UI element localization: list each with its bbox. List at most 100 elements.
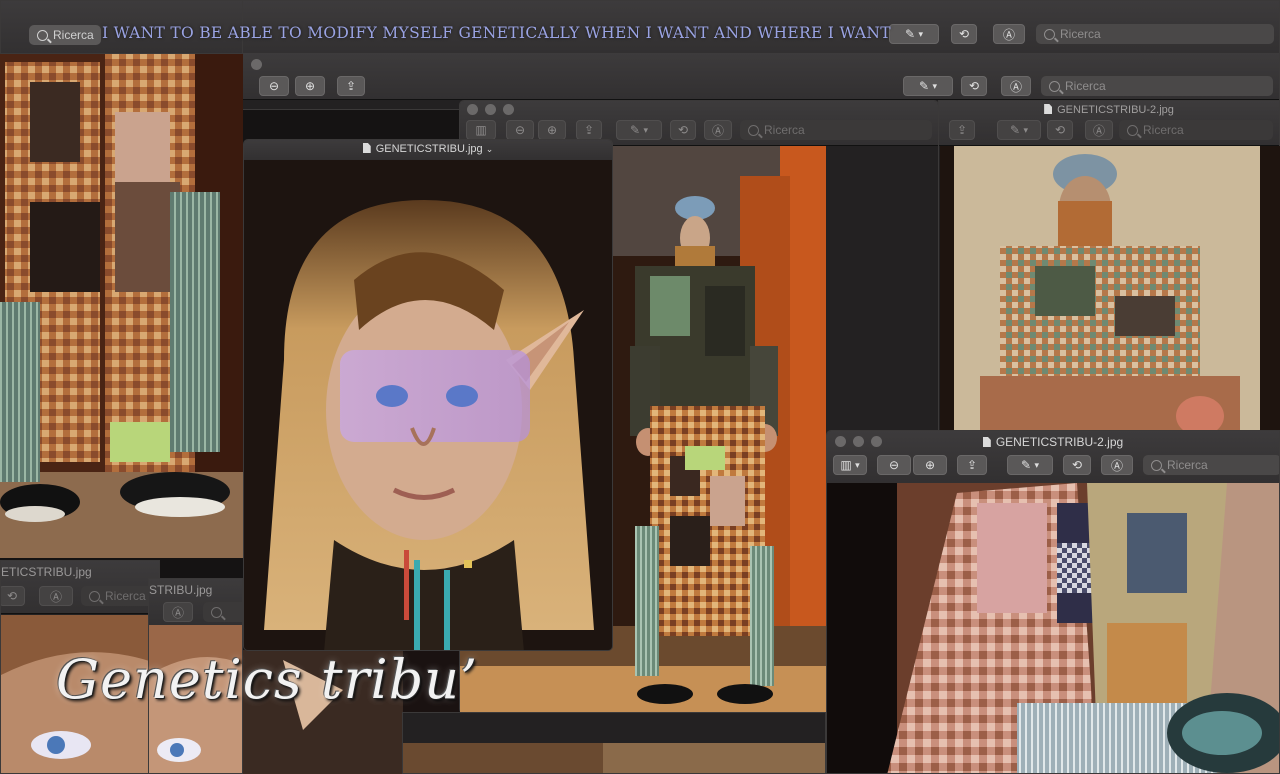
rotate-button[interactable]: ⟲ <box>1047 120 1073 140</box>
close-icon[interactable] <box>467 104 478 115</box>
zoom-in-button[interactable]: ⊕ <box>538 120 566 140</box>
search-icon <box>89 590 100 602</box>
share-button[interactable]: ⇪ <box>949 120 975 140</box>
search-input[interactable]: Ricerca <box>1143 455 1279 475</box>
photo-crouching <box>940 146 1280 436</box>
annotate-button[interactable]: Ⓐ <box>39 586 73 606</box>
rotate-button[interactable]: ⟲ <box>1063 455 1091 475</box>
annotate-circle-a-icon: Ⓐ <box>1092 123 1105 138</box>
window-title: GENETICSTRIBU-2.jpg <box>827 435 1279 449</box>
traffic-lights <box>251 59 262 70</box>
sidebar-button[interactable]: ▥ <box>466 120 496 140</box>
search-placeholder: Ricerca <box>1143 123 1184 137</box>
chevron-down-icon: ▾ <box>1034 459 1039 470</box>
rotate-button-2[interactable]: ⟲ <box>961 76 987 96</box>
fullscreen-icon[interactable] <box>503 104 514 115</box>
annotate-button[interactable]: Ⓐ <box>1085 120 1113 140</box>
search-input[interactable] <box>203 602 242 622</box>
rotate-icon: ⟲ <box>6 589 18 603</box>
minimize-icon[interactable] <box>485 104 496 115</box>
document-icon <box>1044 104 1053 114</box>
chevron-down-icon: ▾ <box>918 28 923 39</box>
markup-pen-icon: ✎ <box>1021 458 1032 472</box>
photo-bottom-mid <box>403 743 825 773</box>
share-button[interactable]: ⇪ <box>957 455 987 475</box>
banner-statement: I WANT TO BE ABLE TO MODIFY MYSELF GENET… <box>102 24 891 42</box>
annotate-circle-a-icon: Ⓐ <box>1110 458 1123 473</box>
search-placeholder: Ricerca <box>764 123 805 137</box>
zoom-out-icon: ⊖ <box>514 123 526 137</box>
search-input-2[interactable]: Ricerca <box>1041 76 1273 96</box>
share-icon: ⇪ <box>345 79 357 93</box>
window-title: GENETICSTRIBU-2.jpg <box>939 104 1279 116</box>
markup-button-2[interactable]: ✎ ▾ <box>903 76 953 96</box>
zoom-in-icon: ⊕ <box>304 79 316 93</box>
zoom-out-icon: ⊖ <box>888 458 900 472</box>
annotate-circle-a-icon: Ⓐ <box>711 123 724 138</box>
annotate-circle-a-icon: Ⓐ <box>1002 27 1015 42</box>
share-button[interactable]: ⇪ <box>337 76 365 96</box>
markup-pen-icon: ✎ <box>919 79 930 93</box>
annotate-button[interactable]: Ⓐ <box>1101 455 1133 475</box>
annotate-circle-a-icon: Ⓐ <box>49 589 62 604</box>
chevron-down-icon: ⌄ <box>485 144 494 154</box>
share-icon: ⇪ <box>583 123 595 137</box>
share-icon: ⇪ <box>966 458 978 472</box>
rotate-icon: ⟲ <box>1071 458 1083 472</box>
zoom-out-button[interactable]: ⊖ <box>506 120 534 140</box>
photo-patchwork-legs <box>0 52 243 558</box>
chevron-down-icon: ▾ <box>932 80 937 91</box>
document-icon <box>362 143 371 153</box>
search-input[interactable]: Ricerca <box>1119 120 1273 140</box>
markup-button[interactable]: ✎ ▾ <box>889 24 939 44</box>
zoom-out-button[interactable]: ⊖ <box>877 455 911 475</box>
sidebar-icon: ▥ <box>840 458 852 472</box>
watermark-title: Genetics tribu’ <box>56 648 479 711</box>
search-icon <box>1127 124 1138 136</box>
search-placeholder: Ricerca <box>53 28 94 42</box>
back-window-second-toolbar: ⊖ ⊕ ⇪ ✎ ▾ ⟲ Ⓐ Ricerca <box>241 53 1279 100</box>
rotate-button[interactable]: ⟲ <box>670 120 696 140</box>
annotate-button-2[interactable]: Ⓐ <box>1001 76 1031 96</box>
markup-button[interactable]: ✎ ▾ <box>1007 455 1053 475</box>
search-placeholder: Ricerca <box>1167 458 1208 472</box>
search-icon <box>1044 28 1055 40</box>
right-front-toolbar: GENETICSTRIBU-2.jpg ▥ ▾ ⊖ ⊕ ⇪ ✎ ▾ ⟲ Ⓐ Ri… <box>827 431 1279 484</box>
window-title: ETICSTRIBU.jpg <box>1 565 92 579</box>
zoom-in-button[interactable]: ⊕ <box>913 455 947 475</box>
share-button[interactable]: ⇪ <box>576 120 602 140</box>
annotate-circle-a-icon: Ⓐ <box>1009 79 1022 94</box>
window-title[interactable]: GENETICSTRIBU.jpg ⌄ <box>244 143 612 155</box>
annotate-button[interactable]: Ⓐ <box>993 24 1025 44</box>
search-input-top-left[interactable]: Ricerca <box>29 25 101 45</box>
sidebar-button[interactable]: ▥ ▾ <box>833 455 867 475</box>
search-icon <box>1049 80 1060 92</box>
markup-button[interactable]: ✎ ▾ <box>997 120 1041 140</box>
bottom-left-a-toolbar: ETICSTRIBU.jpg ⟲ Ⓐ Ricerca <box>1 561 159 614</box>
zoom-out-button[interactable]: ⊖ <box>259 76 289 96</box>
right-back-toolbar: GENETICSTRIBU-2.jpg ⇪ ✎ ▾ ⟲ Ⓐ Ricerca <box>939 101 1279 146</box>
annotate-button[interactable]: Ⓐ <box>704 120 732 140</box>
annotate-button[interactable]: Ⓐ <box>163 602 193 622</box>
main-window-titlebar: GENETICSTRIBU.jpg ⌄ <box>244 140 612 161</box>
right-front-window: GENETICSTRIBU-2.jpg ▥ ▾ ⊖ ⊕ ⇪ ✎ ▾ ⟲ Ⓐ Ri… <box>826 430 1280 774</box>
close-icon[interactable] <box>251 59 262 70</box>
traffic-lights <box>467 104 514 115</box>
markup-pen-icon: ✎ <box>630 123 641 137</box>
chevron-down-icon: ▾ <box>643 124 648 135</box>
search-placeholder: Ricerca <box>1065 79 1106 93</box>
search-placeholder: Ricerca <box>1060 27 1101 41</box>
search-placeholder: Ricerca <box>105 589 146 603</box>
search-input[interactable]: Ricerca <box>740 120 932 140</box>
rotate-icon: ⟲ <box>677 123 689 137</box>
markup-button[interactable]: ✎ ▾ <box>616 120 662 140</box>
search-icon <box>748 124 759 136</box>
zoom-in-button[interactable]: ⊕ <box>295 76 325 96</box>
rotate-button[interactable]: ⟲ <box>951 24 977 44</box>
markup-pen-icon: ✎ <box>1010 123 1021 137</box>
bottom-left-b-toolbar: STRIBU.jpg Ⓐ <box>149 579 242 626</box>
rotate-button[interactable]: ⟲ <box>1 586 25 606</box>
markup-pen-icon: ✎ <box>905 27 916 41</box>
rotate-icon: ⟲ <box>968 79 980 93</box>
search-input[interactable]: Ricerca <box>1036 24 1274 44</box>
